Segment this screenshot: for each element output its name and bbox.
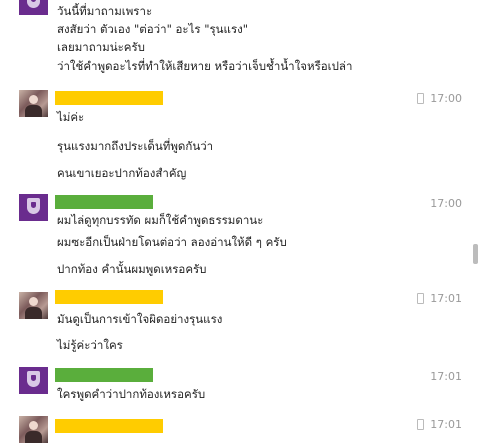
- chat-scrollbar[interactable]: [470, 0, 482, 430]
- redacted-sender-name: [55, 195, 153, 209]
- message-line: ผมไล่ดูทุกบรรทัด ผมก็ใช้คำพูดธรรมดานะ: [57, 213, 264, 227]
- message-line: มันดูเป็นการเข้าใจผิดอย่างรุนแรง: [57, 312, 223, 326]
- photo-avatar[interactable]: [19, 292, 48, 319]
- message-line: เลยมาถามน่ะครับ: [57, 40, 145, 54]
- message-line: ว่าใช้คำพูดอะไรที่ทำให้เสียหาย หรือว่าเจ…: [57, 59, 353, 73]
- message-line: คนเขาเยอะปากท้องสำคัญ: [57, 166, 187, 180]
- photo-avatar[interactable]: [19, 90, 48, 117]
- school-crest-avatar[interactable]: [19, 0, 48, 15]
- redacted-sender-name: [55, 419, 163, 433]
- message-line: ไม่รู้ค่ะว่าใคร: [57, 338, 123, 352]
- redacted-sender-name: [55, 368, 153, 382]
- school-crest-avatar[interactable]: [19, 367, 48, 394]
- message-line: สงสัยว่า ตัวเอง "ต่อว่า" อะไร "รุนแรง": [57, 22, 249, 36]
- phone-icon: [417, 419, 425, 430]
- scrollbar-thumb[interactable]: [473, 244, 478, 264]
- message-timestamp: 17:01: [417, 292, 462, 305]
- message-timestamp: 17:01: [430, 370, 462, 383]
- school-crest-avatar[interactable]: [19, 194, 48, 221]
- redacted-sender-name: [55, 290, 163, 304]
- message-line: ผมซะอีกเป็นฝ่ายโดนต่อว่า ลองอ่านให้ดี ๆ …: [57, 235, 287, 249]
- message-line: วันนี้ที่มาถามเพราะ: [57, 4, 153, 18]
- message-timestamp: 17:01: [417, 418, 462, 431]
- phone-icon: [417, 293, 425, 304]
- phone-icon: [417, 93, 425, 104]
- message-line: รุนแรงมากถึงประเด็นที่พูดกันว่า: [57, 139, 214, 153]
- message-timestamp: 17:00: [430, 197, 462, 210]
- chat-log: วันนี้ที่มาถามเพราะ สงสัยว่า ตัวเอง "ต่อ…: [0, 0, 470, 443]
- message-timestamp: 17:00: [417, 92, 462, 105]
- message-line: ปากท้อง คำนั้นผมพูดเหรอครับ: [57, 262, 207, 276]
- redacted-sender-name: [55, 91, 163, 105]
- message-line: ใครพูดคำว่าปากท้องเหรอครับ: [57, 387, 206, 401]
- message-line: ไม่ค่ะ: [57, 110, 85, 124]
